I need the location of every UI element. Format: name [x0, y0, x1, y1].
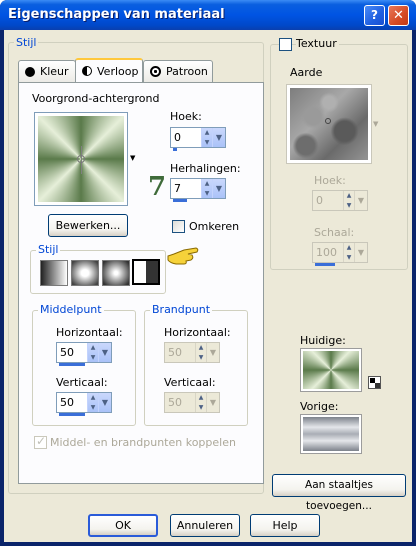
- ok-button[interactable]: OK: [88, 514, 158, 537]
- textuur-label[interactable]: Textuur: [296, 37, 339, 50]
- huidige-label: Huidige:: [300, 334, 346, 347]
- brandpunt-horizontaal-spinner: 50 ▲ ▼ ▼: [164, 342, 220, 363]
- dialog-window: Eigenschappen van materiaal ? ✕ Stijl Kl…: [0, 0, 416, 546]
- bewerken-button[interactable]: Bewerken...: [48, 214, 128, 237]
- herhalingen-updown[interactable]: ▲ ▼: [201, 179, 212, 198]
- sunburst-style-button[interactable]: [102, 260, 130, 286]
- link-points-checkbox: ✓: [34, 434, 47, 449]
- vorige-label: Vorige:: [300, 400, 339, 413]
- middelpunt-horizontaal-value[interactable]: 50: [57, 343, 87, 362]
- textuur-hoek-value: 0: [316, 194, 323, 207]
- tab-kleur[interactable]: Kleur: [18, 60, 76, 82]
- tab-patroon[interactable]: Patroon: [143, 60, 213, 82]
- title-bar[interactable]: Eigenschappen van materiaal ? ✕: [0, 0, 416, 30]
- middelpunt-verticaal-spinner[interactable]: 50 ▲ ▼ ▼: [56, 392, 112, 416]
- swap-swatch-icon[interactable]: [368, 376, 381, 389]
- radial-style-button[interactable]: [132, 259, 160, 285]
- pattern-icon: [150, 66, 161, 77]
- middelpunt-label: Middelpunt: [38, 303, 104, 316]
- dialog-client: Stijl Kleur Verloop Patroon Voorgrond-ac…: [4, 30, 412, 542]
- middelpunt-horizontaal-bar: [59, 363, 85, 366]
- brandpunt-verticaal-label: Verticaal:: [164, 376, 216, 389]
- brandpunt-horizontaal-label: Horizontaal:: [164, 326, 231, 339]
- brandpunt-horizontaal-dropdown-icon: ▼: [206, 343, 219, 362]
- brandpunt-verticaal-value: 50: [168, 396, 182, 409]
- texture-preview: [286, 84, 372, 164]
- pointing-hand-icon: [166, 242, 200, 271]
- brandpunt-horizontaal-updown: ▲ ▼: [195, 343, 206, 362]
- hoek-updown[interactable]: ▲ ▼: [201, 128, 212, 147]
- current-swatch: [300, 348, 362, 392]
- middelpunt-verticaal-dropdown-icon[interactable]: ▼: [98, 393, 111, 412]
- omkeren-checkbox[interactable]: [172, 220, 185, 233]
- herhalingen-dropdown-icon[interactable]: ▼: [212, 179, 225, 198]
- textuur-schaal-value: 100: [316, 246, 337, 259]
- tab-verloop[interactable]: Verloop: [75, 58, 143, 82]
- checkmark-icon: ✓: [36, 434, 47, 448]
- middelpunt-horizontaal-spinner[interactable]: 50 ▲ ▼ ▼: [56, 342, 112, 366]
- omkeren-label[interactable]: Omkeren: [189, 220, 239, 233]
- previous-swatch-fill: [303, 417, 359, 451]
- annotation-seven: 7: [148, 172, 167, 202]
- textuur-schaal-updown: ▲ ▼: [343, 243, 354, 262]
- middelpunt-verticaal-label: Verticaal:: [56, 376, 108, 389]
- middelpunt-horizontaal-dropdown-icon[interactable]: ▼: [98, 343, 111, 362]
- textuur-hoek-label: Hoek:: [314, 174, 346, 187]
- gradient-preset-label: Voorgrond-achtergrond: [32, 92, 160, 105]
- herhalingen-value[interactable]: 7: [171, 179, 201, 198]
- stijl-group-label: Stijl: [14, 36, 39, 49]
- textuur-checkbox[interactable]: [279, 38, 292, 51]
- hoek-dropdown-icon[interactable]: ▼: [212, 128, 225, 147]
- gradient-sunburst: [38, 116, 124, 202]
- textuur-hoek-spinner: 0 ▲ ▼ ▼: [312, 190, 368, 211]
- texture-name: Aarde: [290, 66, 323, 79]
- texture-image: [290, 88, 368, 160]
- brandpunt-verticaal-dropdown-icon: ▼: [206, 393, 219, 412]
- linear-style-button[interactable]: [40, 260, 68, 286]
- hoek-value[interactable]: 0: [171, 128, 201, 147]
- textuur-schaal-bar: [315, 263, 335, 266]
- link-points-label: Middel- en brandpunten koppelen: [50, 436, 236, 449]
- help-title-button[interactable]: ?: [364, 5, 385, 26]
- add-to-swatches-button[interactable]: Aan staaltjes toevoegen...: [272, 474, 406, 512]
- middelpunt-horizontaal-updown[interactable]: ▲ ▼: [87, 343, 98, 362]
- rectangular-style-button[interactable]: [71, 260, 99, 286]
- half-circle-icon: [82, 66, 92, 76]
- previous-swatch: [300, 414, 362, 454]
- brandpunt-verticaal-spinner: 50 ▲ ▼ ▼: [164, 392, 220, 413]
- gradient-style-label: Stijl: [36, 243, 61, 256]
- close-button[interactable]: ✕: [388, 5, 409, 26]
- swap-inner-mid: [375, 383, 380, 388]
- textuur-schaal-spinner: 100 ▲ ▼ ▼: [312, 242, 368, 266]
- current-swatch-fill: [303, 351, 359, 389]
- gradient-preview[interactable]: [34, 112, 128, 206]
- herhalingen-label: Herhalingen:: [170, 162, 241, 175]
- brandpunt-verticaal-updown: ▲ ▼: [195, 393, 206, 412]
- middelpunt-horizontaal-label: Horizontaal:: [56, 326, 123, 339]
- annuleren-button[interactable]: Annuleren: [170, 514, 240, 537]
- hoek-label: Hoek:: [170, 110, 202, 123]
- window-title: Eigenschappen van materiaal: [8, 7, 225, 22]
- brandpunt-label: Brandpunt: [150, 303, 213, 316]
- textuur-hoek-dropdown-icon: ▼: [354, 191, 367, 210]
- gradient-dropdown-arrow-icon[interactable]: ▼: [130, 154, 135, 162]
- middelpunt-verticaal-value[interactable]: 50: [57, 393, 87, 412]
- middelpunt-verticaal-bar: [59, 413, 85, 416]
- textuur-hoek-updown: ▲ ▼: [343, 191, 354, 210]
- textuur-schaal-label: Schaal:: [314, 226, 355, 239]
- circle-icon: [25, 66, 35, 77]
- herhalingen-slider-bar: [173, 199, 187, 202]
- texture-crosshair-icon: [325, 118, 331, 124]
- center-crosshair-icon: [77, 155, 85, 163]
- brandpunt-horizontaal-value: 50: [168, 346, 182, 359]
- textuur-schaal-dropdown-icon: ▼: [354, 243, 367, 262]
- help-button[interactable]: Help: [250, 514, 320, 537]
- hoek-slider-bar: [173, 148, 177, 151]
- hoek-spinner[interactable]: 0 ▲ ▼ ▼: [170, 127, 226, 151]
- middelpunt-verticaal-updown[interactable]: ▲ ▼: [87, 393, 98, 412]
- herhalingen-spinner[interactable]: 7 ▲ ▼ ▼: [170, 178, 226, 202]
- texture-dropdown-arrow-icon: ▼: [373, 120, 379, 128]
